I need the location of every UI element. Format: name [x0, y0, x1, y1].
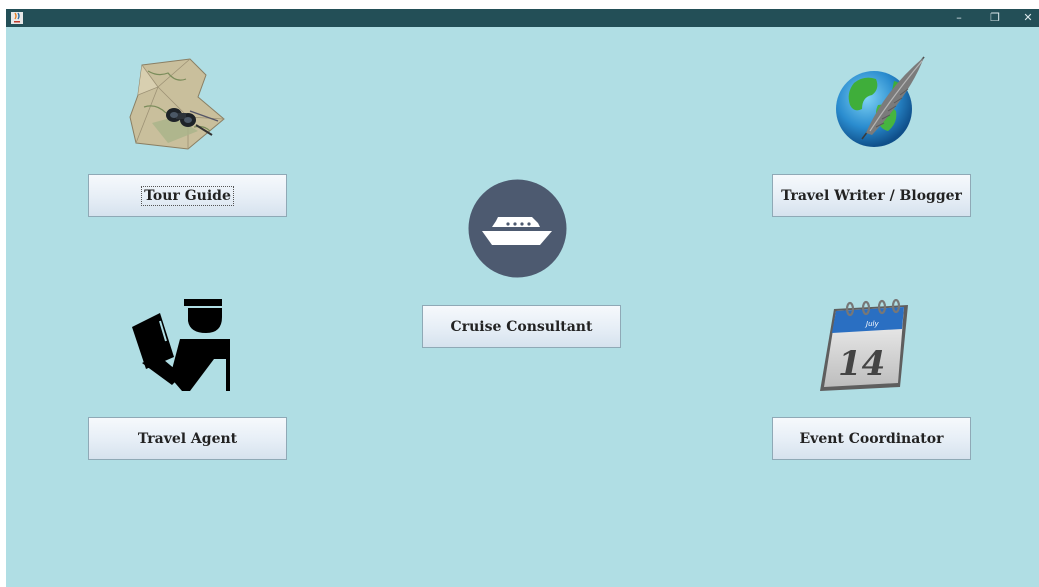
globe-quill-icon — [836, 56, 925, 147]
main-panel: Tour Guide Travel Writer / Blogger Cruis… — [6, 27, 1039, 587]
tour-guide-label: Tour Guide — [141, 185, 234, 206]
minimize-button[interactable]: – — [945, 9, 973, 27]
travel-writer-button[interactable]: Travel Writer / Blogger — [772, 174, 971, 217]
app-window: – ❐ ✕ Tour Guide Travel Writer / Blogger… — [6, 9, 1039, 587]
calendar-day: 14 — [838, 344, 885, 384]
calendar-month: July — [864, 320, 879, 328]
map-binoculars-icon — [129, 58, 225, 150]
close-button[interactable]: ✕ — [1014, 9, 1039, 27]
cruise-consultant-label: Cruise Consultant — [450, 318, 593, 335]
java-icon — [11, 12, 23, 24]
tour-guide-button[interactable]: Tour Guide — [88, 174, 287, 217]
travel-writer-label: Travel Writer / Blogger — [781, 187, 962, 204]
restore-button[interactable]: ❐ — [981, 9, 1009, 27]
travel-agent-button[interactable]: Travel Agent — [88, 417, 287, 460]
travel-agent-label: Travel Agent — [137, 430, 238, 447]
cruise-consultant-button[interactable]: Cruise Consultant — [422, 305, 621, 348]
calendar-icon: July 14 — [820, 299, 908, 391]
title-bar: – ❐ ✕ — [6, 9, 1039, 27]
officer-passport-icon — [132, 299, 230, 391]
event-coordinator-button[interactable]: Event Coordinator — [772, 417, 971, 460]
event-coordinator-label: Event Coordinator — [799, 430, 944, 447]
cruise-ship-icon — [468, 179, 567, 278]
